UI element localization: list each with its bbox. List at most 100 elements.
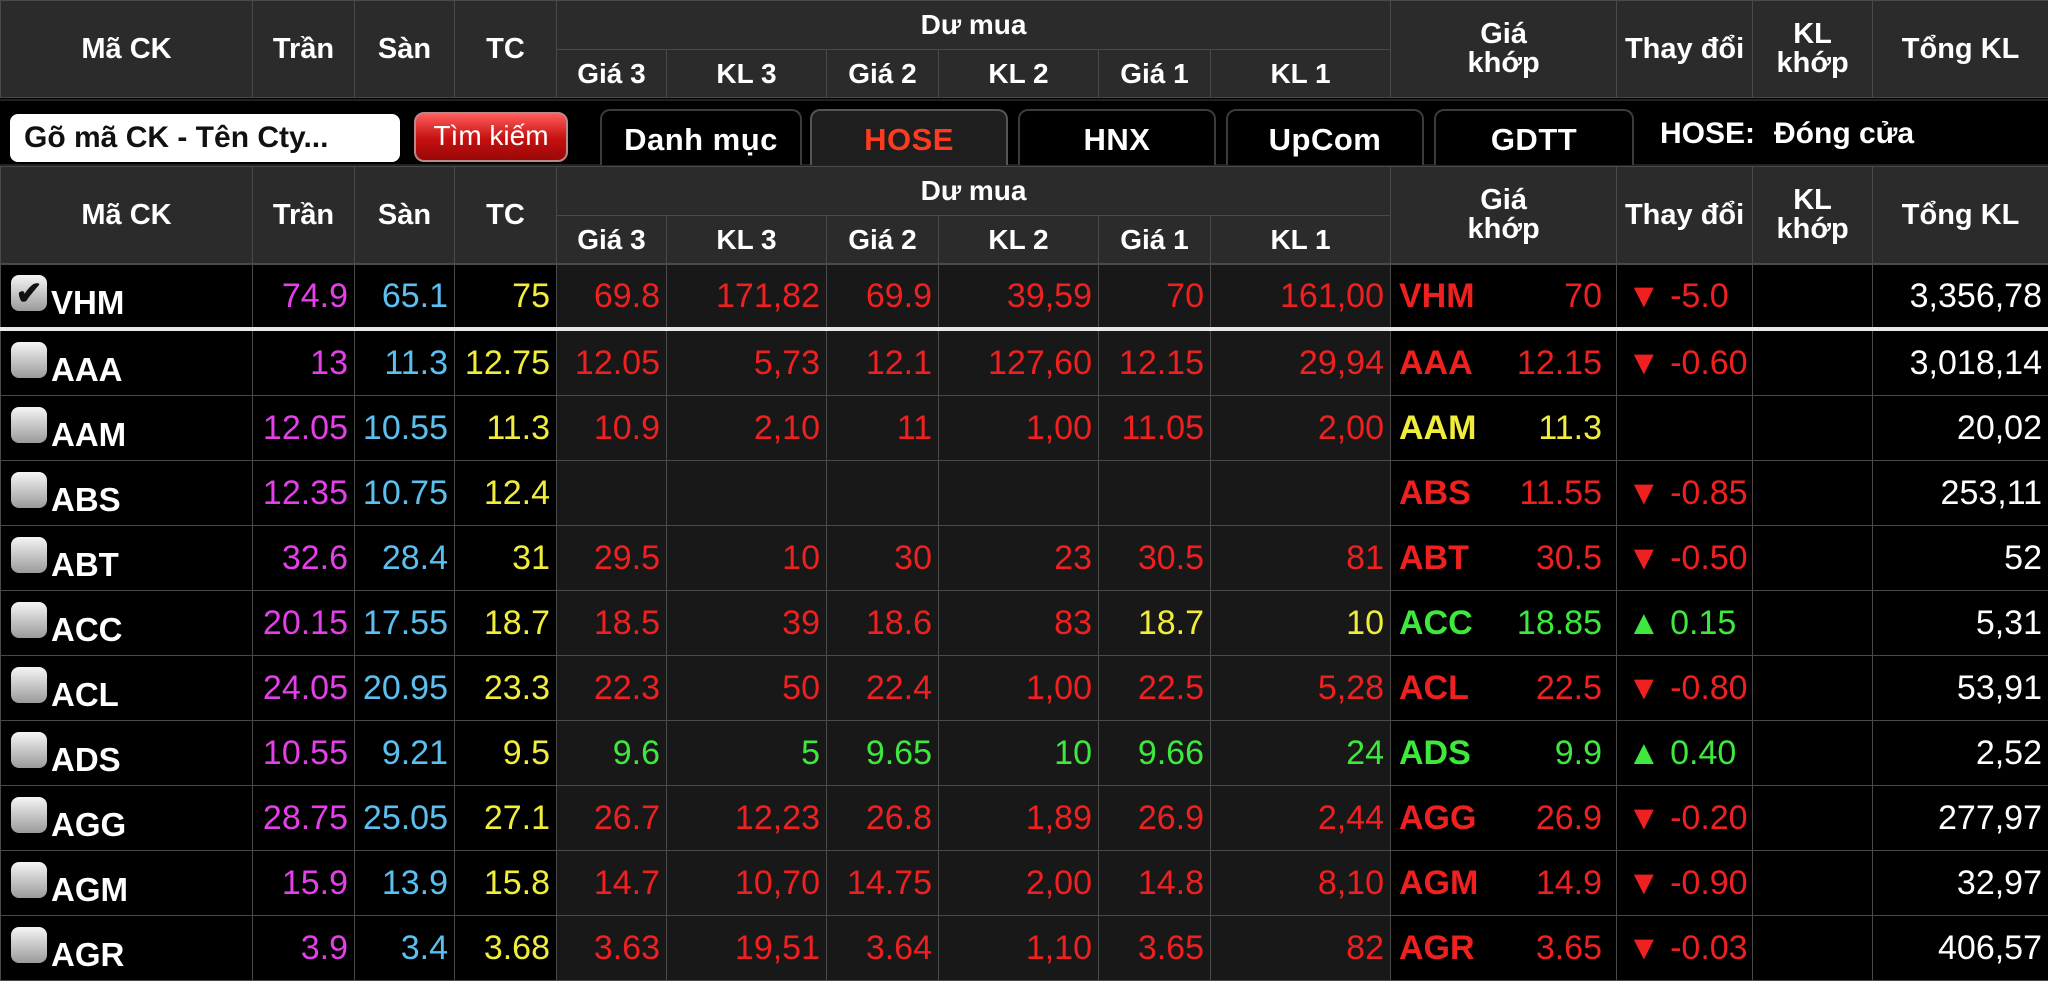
- symbol-cell[interactable]: AGM: [1, 851, 253, 916]
- col-san: Sàn: [355, 167, 455, 264]
- symbol-cell[interactable]: ABT: [1, 526, 253, 591]
- symbol-label: AGM: [51, 871, 128, 908]
- symbol-cell[interactable]: AAM: [1, 396, 253, 461]
- match-volume: [1753, 526, 1873, 591]
- symbol-cell[interactable]: AGR: [1, 916, 253, 981]
- col-du-mua: Dư mua: [557, 1, 1391, 50]
- checkbox-icon[interactable]: [11, 667, 47, 703]
- table-row[interactable]: AAA1311.312.7512.055,7312.1127,6012.1529…: [1, 329, 2048, 396]
- col-gia2: Giá 2: [827, 50, 939, 98]
- floor-price: 13.9: [355, 851, 455, 916]
- symbol-cell[interactable]: ACC: [1, 591, 253, 656]
- bid-price-1: [1099, 461, 1211, 526]
- bid-price-3: 22.3: [557, 656, 667, 721]
- table-row[interactable]: ABS12.3510.7512.4ABS11.55▼ -0.85253,11: [1, 461, 2048, 526]
- search-button[interactable]: Tìm kiếm: [414, 112, 568, 162]
- match-symbol: ACL: [1399, 669, 1469, 708]
- tab-upcom[interactable]: UpCom: [1226, 109, 1424, 165]
- match-price-cell: AAA12.15: [1391, 329, 1617, 396]
- table-row[interactable]: AGM15.913.915.814.710,7014.752,0014.88,1…: [1, 851, 2048, 916]
- bid-volume-1: 2,44: [1211, 786, 1391, 851]
- bid-volume-2: 1,89: [939, 786, 1099, 851]
- total-volume: 406,57: [1873, 916, 2048, 981]
- symbol-cell[interactable]: ADS: [1, 721, 253, 786]
- table-row[interactable]: AAM12.0510.5511.310.92,10111,0011.052,00…: [1, 396, 2048, 461]
- tab-hose[interactable]: HOSE: [810, 109, 1008, 165]
- bid-price-1: 9.66: [1099, 721, 1211, 786]
- price-change: ▼ -5.0: [1617, 265, 1753, 330]
- match-price: 12.15: [1517, 344, 1602, 383]
- table-row[interactable]: AGR3.93.43.683.6319,513.641,103.6582AGR3…: [1, 916, 2048, 981]
- ceiling-price: 15.9: [253, 851, 355, 916]
- bid-volume-2: 10: [939, 721, 1099, 786]
- col-gia1: Giá 1: [1099, 216, 1211, 264]
- bid-price-2: 18.6: [827, 591, 939, 656]
- tab-hnx[interactable]: HNX: [1018, 109, 1216, 165]
- tab-danh-muc[interactable]: Danh mục: [600, 109, 802, 165]
- col-kl-khop: KLkhớp: [1753, 1, 1873, 98]
- bid-volume-1: 10: [1211, 591, 1391, 656]
- checkbox-icon[interactable]: [11, 862, 47, 898]
- symbol-label: VHM: [51, 284, 124, 321]
- tab-gdtt[interactable]: GDTT: [1434, 109, 1634, 165]
- match-price-cell: ADS9.9: [1391, 721, 1617, 786]
- match-symbol: ACC: [1399, 604, 1473, 643]
- price-change: ▼ -0.85: [1617, 461, 1753, 526]
- checkbox-icon[interactable]: [11, 732, 47, 768]
- bid-volume-2: 1,10: [939, 916, 1099, 981]
- market-status-label: HOSE:: [1660, 117, 1755, 151]
- price-board: ✔VHM74.965.17569.8171,8269.939,5970161,0…: [0, 264, 2048, 981]
- table-row[interactable]: ADS10.559.219.59.659.65109.6624ADS9.9▲ 0…: [1, 721, 2048, 786]
- price-change: ▼ -0.80: [1617, 656, 1753, 721]
- match-symbol: VHM: [1399, 277, 1475, 316]
- symbol-cell[interactable]: AAA: [1, 329, 253, 396]
- table-row[interactable]: ACC20.1517.5518.718.53918.68318.710ACC18…: [1, 591, 2048, 656]
- ceiling-price: 12.05: [253, 396, 355, 461]
- col-tran: Trần: [253, 1, 355, 98]
- symbol-cell[interactable]: ACL: [1, 656, 253, 721]
- checkbox-icon[interactable]: [11, 342, 47, 378]
- gia-khop-line2: khớp: [1467, 213, 1539, 245]
- symbol-label: AAA: [51, 351, 123, 388]
- bid-price-1: 70: [1099, 265, 1211, 330]
- table-row[interactable]: ACL24.0520.9523.322.35022.41,0022.55,28A…: [1, 656, 2048, 721]
- price-change: ▼ -0.03: [1617, 916, 1753, 981]
- table-row[interactable]: ABT32.628.43129.510302330.581ABT30.5▼ -0…: [1, 526, 2048, 591]
- symbol-cell[interactable]: AGG: [1, 786, 253, 851]
- symbol-cell[interactable]: ABS: [1, 461, 253, 526]
- checkbox-icon[interactable]: [11, 602, 47, 638]
- checkbox-checked-icon[interactable]: ✔: [11, 275, 47, 311]
- total-volume: 253,11: [1873, 461, 2048, 526]
- bid-price-3: 3.63: [557, 916, 667, 981]
- bid-volume-1: 82: [1211, 916, 1391, 981]
- col-kl1: KL 1: [1211, 50, 1391, 98]
- floor-price: 9.21: [355, 721, 455, 786]
- floor-price: 20.95: [355, 656, 455, 721]
- checkbox-icon[interactable]: [11, 797, 47, 833]
- table-row[interactable]: AGG28.7525.0527.126.712,2326.81,8926.92,…: [1, 786, 2048, 851]
- table-row[interactable]: ✔VHM74.965.17569.8171,8269.939,5970161,0…: [1, 265, 2048, 330]
- bid-volume-1: [1211, 461, 1391, 526]
- price-change: ▼ -0.60: [1617, 329, 1753, 396]
- kl-khop-line2: khớp: [1776, 47, 1848, 79]
- checkbox-icon[interactable]: [11, 472, 47, 508]
- reference-price: 11.3: [455, 396, 557, 461]
- col-tc: TC: [455, 167, 557, 264]
- match-price-cell: ACL22.5: [1391, 656, 1617, 721]
- search-input[interactable]: [10, 114, 400, 162]
- price-change: [1617, 396, 1753, 461]
- bid-volume-2: 23: [939, 526, 1099, 591]
- bid-volume-3: 50: [667, 656, 827, 721]
- reference-price: 12.75: [455, 329, 557, 396]
- total-volume: 3,018,14: [1873, 329, 2048, 396]
- bid-price-2: 11: [827, 396, 939, 461]
- symbol-cell[interactable]: ✔VHM: [1, 265, 253, 330]
- col-thay-doi: Thay đổi: [1617, 1, 1753, 98]
- floor-price: 10.55: [355, 396, 455, 461]
- checkbox-icon[interactable]: [11, 927, 47, 963]
- kl-khop-line2: khớp: [1776, 213, 1848, 245]
- price-change: ▼ -0.90: [1617, 851, 1753, 916]
- bid-volume-2: 1,00: [939, 396, 1099, 461]
- checkbox-icon[interactable]: [11, 407, 47, 443]
- checkbox-icon[interactable]: [11, 537, 47, 573]
